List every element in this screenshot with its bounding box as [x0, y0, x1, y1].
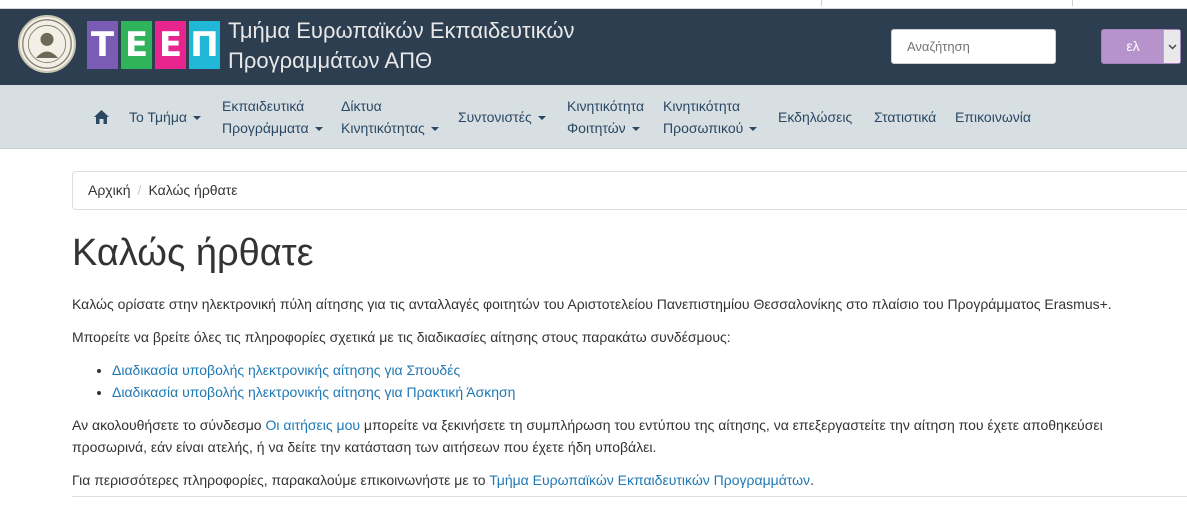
list-item: Διαδικασία υποβολής ηλεκτρονικής αίτησης…	[112, 359, 1177, 381]
caret-down-icon	[749, 127, 758, 132]
traineeship-application-link[interactable]: Διαδικασία υποβολής ηλεκτρονικής αίτησης…	[112, 384, 515, 400]
nav-item-label: Επικοινωνία	[955, 109, 1031, 125]
caret-down-icon	[631, 127, 640, 132]
language-value: ελ	[1126, 38, 1140, 54]
paragraph-text: Αν ακολουθήσετε το σύνδεσμο	[72, 417, 266, 433]
language-select[interactable]: ελ	[1101, 29, 1181, 64]
breadcrumb-home-link[interactable]: Αρχική	[88, 182, 131, 198]
nav-item-statistics[interactable]: Στατιστικά	[874, 106, 936, 128]
main-navigation: Το Τμήμα Εκπαιδευτικά Προγράμματα Δίκτυα…	[0, 85, 1187, 149]
my-applications-paragraph: Αν ακολουθήσετε το σύνδεσμο Οι αιτήσεις …	[72, 414, 1177, 458]
nav-item-label: Φοιτητών	[567, 120, 626, 136]
application-links-list: Διαδικασία υποβολής ηλεκτρονικής αίτησης…	[72, 359, 1177, 403]
breadcrumb-separator: /	[137, 182, 142, 198]
nav-item-contact[interactable]: Επικοινωνία	[955, 106, 1031, 128]
nav-item-mobility-networks[interactable]: Δίκτυα Κινητικότητας	[341, 95, 439, 139]
logo-letter: Ε	[121, 21, 152, 69]
nav-item-label: Κινητικότητα	[567, 98, 645, 114]
nav-item-label: Προγράμματα	[222, 120, 309, 136]
nav-item-label: Το Τμήμα	[129, 109, 187, 125]
tab-divider	[821, 0, 822, 6]
nav-item-coordinators[interactable]: Συντονιστές	[458, 106, 546, 128]
my-applications-link[interactable]: Οι αιτήσεις μου	[265, 417, 360, 433]
browser-tab-strip	[0, 0, 1187, 9]
site-header: Τ Ε Ε Π Τμήμα Ευρωπαϊκών Εκπαιδευτικών Π…	[0, 9, 1187, 85]
caret-down-icon	[430, 127, 439, 132]
nav-item-label: Προσωπικού	[663, 120, 744, 136]
nav-item-label: Δίκτυα	[341, 98, 382, 114]
logo-letter: Π	[189, 21, 220, 69]
nav-item-label: Εκδηλώσεις	[778, 109, 853, 125]
nav-item-label: Κινητικότητα	[663, 98, 741, 114]
search-input[interactable]	[891, 29, 1056, 64]
nav-item-staff-mobility[interactable]: Κινητικότητα Προσωπικού	[663, 95, 758, 139]
nav-item-label: Στατιστικά	[874, 109, 937, 125]
intro-paragraph: Καλώς ορίσατε στην ηλεκτρονική πύλη αίτη…	[72, 296, 1112, 312]
nav-item-department[interactable]: Το Τμήμα	[129, 106, 201, 128]
nav-item-events[interactable]: Εκδηλώσεις	[778, 106, 852, 128]
logo-letter: Ε	[155, 21, 186, 69]
logo-letter: Τ	[87, 21, 118, 69]
chevron-down-icon[interactable]	[1163, 30, 1180, 63]
caret-down-icon	[314, 127, 323, 132]
home-icon[interactable]	[93, 109, 110, 125]
teep-logo[interactable]: Τ Ε Ε Π	[87, 21, 220, 69]
contact-paragraph: Για περισσότερες πληροφορίες, παρακαλούμ…	[72, 469, 1177, 491]
paragraph-text: Για περισσότερες πληροφορίες, παρακαλούμ…	[72, 472, 490, 488]
nav-item-label: Εκπαιδευτικά	[222, 98, 305, 114]
paragraph-text: .	[810, 472, 814, 488]
caret-down-icon	[537, 116, 546, 121]
nav-item-label: Κινητικότητας	[341, 120, 425, 136]
university-seal-icon[interactable]	[18, 15, 76, 73]
page-title: Καλώς ήρθατε	[72, 232, 314, 274]
footer-divider	[72, 496, 1187, 497]
site-title-line2: Προγραμμάτων ΑΠΘ	[228, 48, 433, 73]
studies-application-link[interactable]: Διαδικασία υποβολής ηλεκτρονικής αίτησης…	[112, 362, 460, 378]
site-title[interactable]: Τμήμα Ευρωπαϊκών Εκπαιδευτικών Προγραμμά…	[228, 16, 575, 76]
breadcrumb-current: Καλώς ήρθατε	[148, 182, 238, 198]
nav-item-student-mobility[interactable]: Κινητικότητα Φοιτητών	[567, 95, 644, 139]
department-contact-link[interactable]: Τμήμα Ευρωπαϊκών Εκπαιδευτικών Προγραμμά…	[489, 472, 810, 488]
nav-item-label: Συντονιστές	[458, 109, 532, 125]
info-paragraph: Μπορείτε να βρείτε όλες τις πληροφορίες …	[72, 329, 731, 345]
tab-divider	[1072, 0, 1073, 6]
site-title-line1: Τμήμα Ευρωπαϊκών Εκπαιδευτικών	[228, 18, 575, 43]
caret-down-icon	[192, 116, 201, 121]
list-item: Διαδικασία υποβολής ηλεκτρονικής αίτησης…	[112, 381, 1177, 403]
breadcrumb: Αρχική / Καλώς ήρθατε	[72, 171, 1187, 210]
nav-item-educational-programs[interactable]: Εκπαιδευτικά Προγράμματα	[222, 95, 323, 139]
main-content: Καλώς ορίσατε στην ηλεκτρονική πύλη αίτη…	[72, 293, 1177, 502]
